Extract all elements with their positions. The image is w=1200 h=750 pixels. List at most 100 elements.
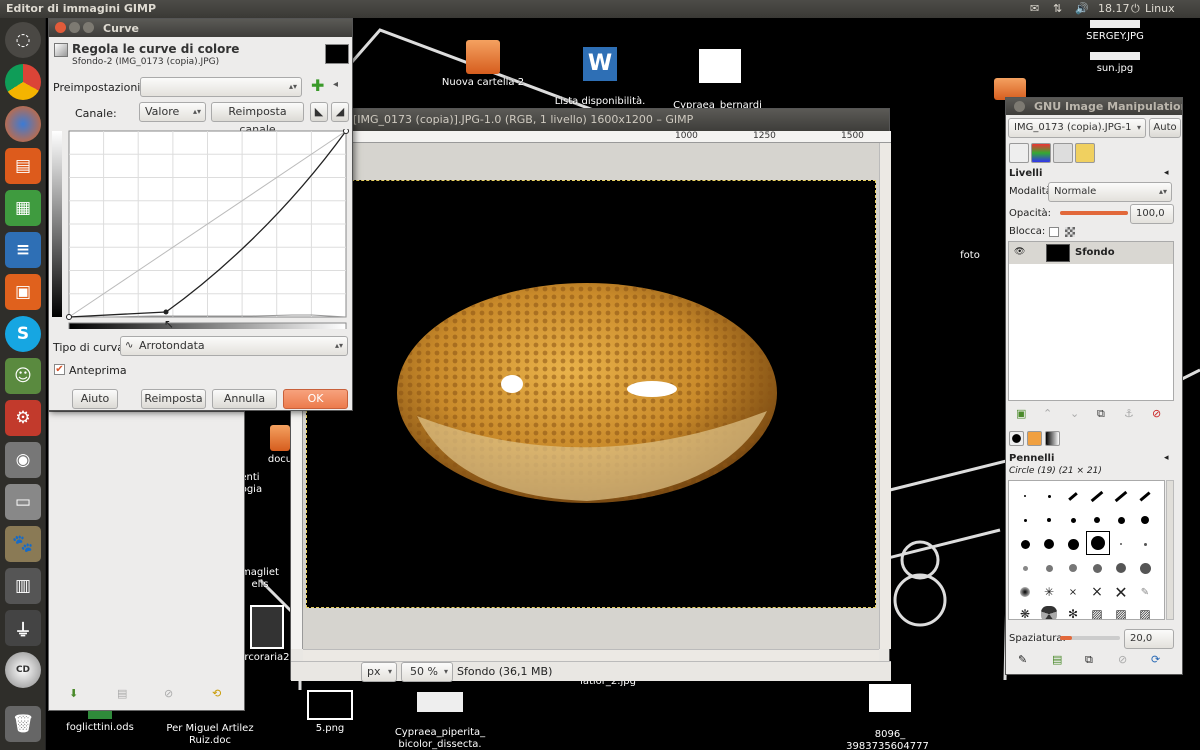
visibility-eye-icon[interactable]: 👁 — [1014, 247, 1025, 257]
desktop-icon-per-miguel[interactable]: Per Miguel Artilez Ruiz.doc — [155, 711, 265, 750]
brush-cell[interactable]: ✎ — [1134, 581, 1156, 603]
horizontal-scrollbar[interactable] — [303, 649, 879, 661]
brush-cell[interactable] — [1038, 509, 1060, 531]
image-canvas[interactable] — [303, 143, 879, 649]
brush-cell[interactable] — [1134, 557, 1156, 579]
user-name[interactable]: Linux — [1145, 2, 1175, 15]
scanner-icon[interactable]: ▭ — [5, 484, 41, 520]
tab-gradients-icon[interactable] — [1045, 431, 1060, 446]
channel-combo[interactable]: Valore ▴▾ — [139, 102, 206, 122]
spacing-slider[interactable] — [1060, 636, 1120, 640]
brush-cell[interactable] — [1134, 509, 1156, 531]
layer-row[interactable]: 👁 Sfondo — [1009, 242, 1173, 264]
chrome-icon[interactable] — [5, 64, 41, 100]
brush-cell[interactable] — [1062, 557, 1084, 579]
desktop-icon-8096[interactable]: 8096_ 3983735604777_ 1969177112_n.jpg — [835, 670, 945, 750]
gimp-icon[interactable]: 🐾 — [5, 526, 41, 562]
lock-alpha-icon[interactable] — [1065, 227, 1075, 237]
tab-brushes-icon[interactable] — [1009, 431, 1024, 446]
tab-layers-icon[interactable] — [1009, 143, 1029, 163]
desktop-icon-nuova-cartella[interactable]: Nuova cartella 2 — [428, 40, 538, 89]
brush-cell[interactable]: ▨ — [1134, 603, 1156, 619]
curve-editor[interactable] — [52, 129, 352, 329]
preset-menu-icon[interactable]: ◂ — [333, 79, 338, 90]
ok-button[interactable]: OK — [283, 389, 348, 409]
desktop-icon-cypraea-piperita[interactable]: Cypraea_piperita_ bicolor_dissecta. jpg — [385, 680, 495, 750]
cancel-button[interactable]: Annulla — [212, 389, 277, 409]
tab-channels-icon[interactable] — [1031, 143, 1051, 163]
opacity-spin[interactable]: 100,0 — [1130, 204, 1174, 224]
network-icon[interactable]: ⇅ — [1053, 2, 1062, 15]
trash-icon[interactable]: 🗑 — [5, 706, 41, 742]
delete-layer-icon[interactable]: ⊘ — [1152, 407, 1161, 420]
brush-cell[interactable]: ▨ — [1086, 603, 1108, 619]
dash-icon[interactable]: ◌ — [5, 22, 41, 58]
opacity-slider[interactable] — [1060, 211, 1128, 215]
new-brush-icon[interactable]: ▤ — [1052, 653, 1062, 666]
brush-cell[interactable] — [1110, 485, 1132, 507]
curve-point-start[interactable] — [66, 314, 72, 320]
brush-cell[interactable] — [1038, 557, 1060, 579]
brush-cell[interactable] — [1110, 509, 1132, 531]
workspace-icon[interactable]: ▥ — [5, 568, 41, 604]
brush-cell[interactable] — [1110, 533, 1132, 555]
curve-point-selected[interactable] — [163, 309, 169, 315]
duplicate-layer-icon[interactable]: ⧉ — [1097, 407, 1105, 421]
brush-cell[interactable] — [1038, 533, 1060, 555]
raise-layer-icon[interactable]: ⌃ — [1043, 407, 1052, 420]
brush-cell[interactable] — [1062, 485, 1084, 507]
brush-cell[interactable]: ▨ — [1110, 603, 1132, 619]
desktop-icon-5png[interactable]: 5.png — [275, 690, 385, 735]
brush-cell[interactable] — [1062, 533, 1084, 555]
desktop-icon-sun[interactable]: sun.jpg — [1060, 52, 1170, 75]
spacing-spin[interactable]: 20,0 — [1124, 629, 1174, 649]
brush-cell-selected[interactable] — [1086, 531, 1110, 555]
mail-icon[interactable]: ✉ — [1030, 2, 1039, 15]
reset-all-icon[interactable]: ⟲ — [212, 687, 221, 700]
layer-name[interactable]: Sfondo — [1075, 247, 1115, 258]
zoom-select[interactable]: 50 % ▾ — [401, 662, 453, 682]
lock-pixels-checkbox[interactable] — [1049, 227, 1059, 237]
brush-cell[interactable] — [1014, 533, 1036, 555]
maximize-icon[interactable] — [83, 22, 94, 33]
settings-icon[interactable]: ⚙ — [5, 400, 41, 436]
usb-icon[interactable]: ⏚ — [5, 610, 41, 646]
layers-panel-menu-icon[interactable]: ◂ — [1164, 168, 1169, 178]
brush-cell[interactable] — [1038, 603, 1060, 619]
add-preset-icon[interactable]: ✚ — [311, 76, 324, 95]
cd-icon[interactable]: CD — [5, 652, 41, 688]
brush-cell[interactable]: ✳ — [1038, 581, 1060, 603]
files-icon[interactable]: ▤ — [5, 148, 41, 184]
brush-cell[interactable] — [1086, 485, 1108, 507]
mode-combo[interactable]: Normale ▴▾ — [1048, 182, 1172, 202]
brush-cell[interactable]: × — [1062, 581, 1084, 603]
power-icon[interactable]: ⏻ — [1131, 2, 1140, 16]
brush-cell[interactable] — [1086, 509, 1108, 531]
restore-icon[interactable]: ▤ — [117, 687, 127, 700]
brush-cell[interactable] — [1086, 557, 1108, 579]
anchor-layer-icon[interactable]: ⚓ — [1124, 407, 1134, 420]
brushes-scrollbar[interactable] — [1166, 480, 1174, 620]
delete-brush-icon[interactable]: ⊘ — [1118, 653, 1127, 666]
delete-icon[interactable]: ⊘ — [164, 687, 173, 700]
image-content[interactable] — [306, 180, 876, 608]
volume-icon[interactable]: 🔊 — [1075, 2, 1089, 15]
vertical-scrollbar[interactable] — [879, 143, 891, 649]
brush-cell[interactable] — [1014, 581, 1036, 603]
brush-cell[interactable]: ❋ — [1014, 603, 1036, 619]
desktop-icon-foto[interactable]: foto — [940, 250, 1000, 262]
linear-histogram-button[interactable]: ◣ — [310, 102, 328, 122]
brush-cell[interactable] — [1134, 485, 1156, 507]
brush-cell[interactable] — [1110, 557, 1132, 579]
calc-icon[interactable]: ▦ — [5, 190, 41, 226]
refresh-brushes-icon[interactable]: ⟳ — [1151, 653, 1160, 666]
brush-cell[interactable]: × — [1086, 581, 1108, 603]
firefox-icon[interactable] — [5, 106, 41, 142]
camera-icon[interactable]: ◉ — [5, 442, 41, 478]
impress-icon[interactable]: ▣ — [5, 274, 41, 310]
brush-cell[interactable] — [1134, 533, 1156, 555]
tab-paths-icon[interactable] — [1053, 143, 1073, 163]
tab-undo-icon[interactable] — [1075, 143, 1095, 163]
brush-cell[interactable] — [1038, 485, 1060, 507]
duplicate-brush-icon[interactable]: ⧉ — [1085, 653, 1093, 667]
